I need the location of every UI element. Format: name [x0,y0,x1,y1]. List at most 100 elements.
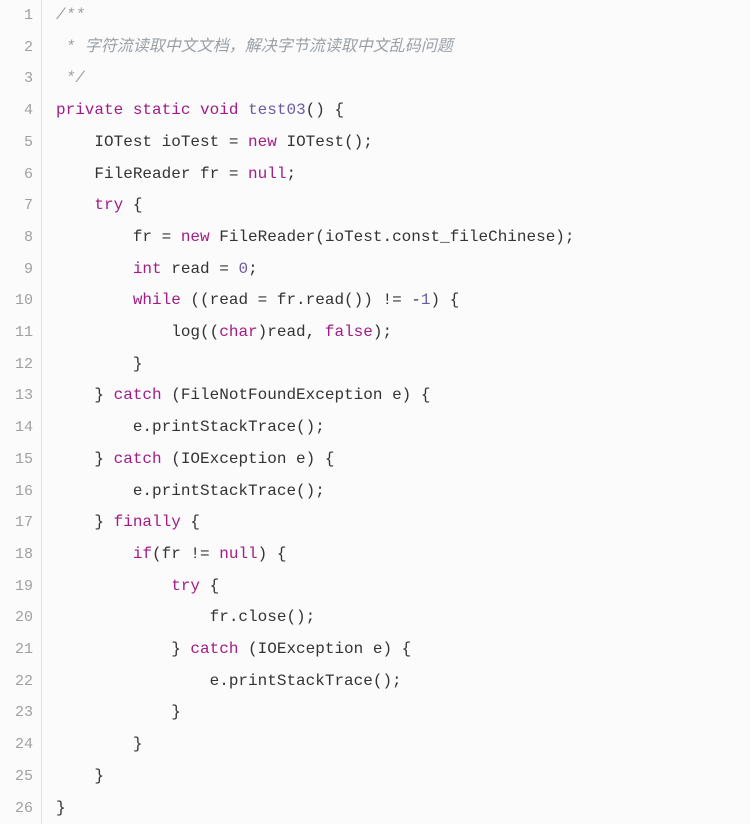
code-line[interactable]: while ((read = fr.read()) != -1) { [56,285,750,317]
code-token: int [133,260,162,278]
code-line[interactable]: /** [56,0,750,32]
line-number: 8 [0,222,33,254]
code-line[interactable]: fr.close(); [56,602,750,634]
code-token: catch [114,386,162,404]
code-token [56,165,94,183]
code-token [56,228,133,246]
line-number: 5 [0,127,33,159]
code-token [56,291,133,309]
line-number: 9 [0,254,33,286]
code-line[interactable]: private static void test03() { [56,95,750,127]
code-line[interactable]: FileReader fr = null; [56,159,750,191]
code-token [238,101,248,119]
code-line[interactable]: try { [56,190,750,222]
line-number: 4 [0,95,33,127]
code-line[interactable]: } catch (IOException e) { [56,444,750,476]
code-line[interactable]: } catch (IOException e) { [56,634,750,666]
code-token: = [152,228,181,246]
code-token: )read, [258,323,325,341]
code-line[interactable]: int read = 0; [56,254,750,286]
code-token: test03 [248,101,306,119]
line-number: 14 [0,412,33,444]
line-number: 22 [0,666,33,698]
line-number: 18 [0,539,33,571]
code-token: = [219,133,248,151]
code-token: IOTest [286,133,344,151]
code-token: (); [344,133,373,151]
code-editor-content[interactable]: /** * 字符流读取中文文档，解决字节流读取中文乱码问题 */private … [42,0,750,824]
code-token: private [56,101,123,119]
line-number: 23 [0,697,33,729]
code-token: FileReader [94,165,190,183]
line-number: 17 [0,507,33,539]
code-line[interactable]: e.printStackTrace(); [56,476,750,508]
code-line[interactable]: } [56,697,750,729]
code-line[interactable]: log((char)read, false); [56,317,750,349]
code-token: 0 [238,260,248,278]
code-token: FileReader [219,228,315,246]
line-number: 24 [0,729,33,761]
code-token: = [219,165,248,183]
line-number: 25 [0,761,33,793]
code-token: e.printStackTrace(); [56,482,325,500]
code-token: (FileNotFoundException e) { [162,386,431,404]
code-token: = [210,260,239,278]
line-number: 6 [0,159,33,191]
line-number: 16 [0,476,33,508]
code-token: fr [200,165,219,183]
code-token: while [133,291,181,309]
code-line[interactable]: e.printStackTrace(); [56,666,750,698]
code-line[interactable]: } [56,349,750,381]
code-token: ); [373,323,392,341]
code-token: new [248,133,277,151]
code-token: } [56,735,142,753]
line-number: 7 [0,190,33,222]
code-token: ; [286,165,296,183]
line-number: 1 [0,0,33,32]
code-token: } [56,450,114,468]
code-token: } [56,703,181,721]
code-token: ((read = fr.read()) != - [181,291,421,309]
code-token: null [219,545,257,563]
code-token: try [171,577,200,595]
code-token: } [56,799,66,817]
line-number: 15 [0,444,33,476]
code-line[interactable]: } catch (FileNotFoundException e) { [56,380,750,412]
line-number-gutter: 1234567891011121314151617181920212223242… [0,0,42,824]
code-line[interactable]: IOTest ioTest = new IOTest(); [56,127,750,159]
code-line[interactable]: e.printStackTrace(); [56,412,750,444]
code-token [56,545,133,563]
code-token: () { [306,101,344,119]
code-token: ioTest [162,133,220,151]
code-token: } [56,513,114,531]
code-token: read [171,260,209,278]
code-token: null [248,165,286,183]
line-number: 13 [0,380,33,412]
line-number: 12 [0,349,33,381]
code-token: fr.close(); [56,608,315,626]
code-line[interactable]: } finally { [56,507,750,539]
code-token [162,260,172,278]
line-number: 20 [0,602,33,634]
code-line[interactable]: } [56,729,750,761]
code-token: new [181,228,210,246]
code-line[interactable]: * 字符流读取中文文档，解决字节流读取中文乱码问题 [56,32,750,64]
code-token: ) { [430,291,459,309]
code-token: catch [190,640,238,658]
code-token: ) { [258,545,287,563]
code-line[interactable]: try { [56,571,750,603]
code-token: { [181,513,200,531]
code-line[interactable]: */ [56,63,750,95]
code-token: } [56,355,142,373]
code-token [56,577,171,595]
code-token [56,133,94,151]
code-token: { [123,196,142,214]
code-token [190,165,200,183]
code-line[interactable]: if(fr != null) { [56,539,750,571]
code-line[interactable]: } [56,793,750,824]
code-line[interactable]: } [56,761,750,793]
code-token: IOTest [94,133,152,151]
code-line[interactable]: fr = new FileReader(ioTest.const_fileChi… [56,222,750,254]
code-token: e.printStackTrace(); [56,418,325,436]
code-token: } [56,640,190,658]
